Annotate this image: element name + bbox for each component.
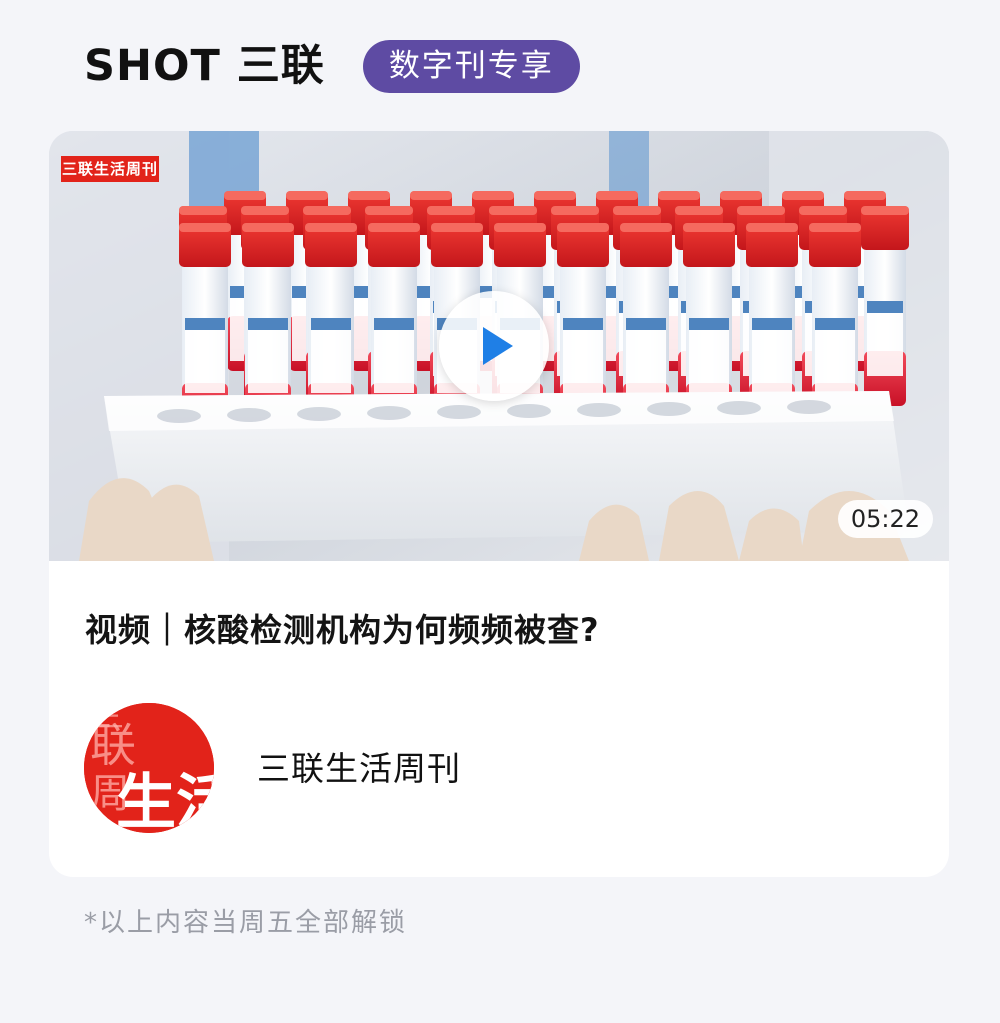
- video-card[interactable]: 三联生活周刊 05:22 视频｜核酸检测机构为何频频被查? 联 周 生 活 三 …: [49, 131, 949, 877]
- play-button[interactable]: [439, 291, 549, 401]
- svg-text:三: 三: [94, 703, 124, 735]
- video-thumbnail[interactable]: 三联生活周刊 05:22: [49, 131, 949, 561]
- unlock-footnote: *以上内容当周五全部解锁: [84, 908, 408, 938]
- page-title: SHOT 三联: [84, 41, 325, 91]
- svg-text:活: 活: [176, 768, 214, 833]
- video-duration: 05:22: [837, 500, 933, 538]
- author-avatar[interactable]: 联 周 生 活 三: [84, 703, 214, 833]
- thumbnail-brand-logo: 三联生活周刊: [61, 156, 159, 182]
- exclusive-badge: 数字刊专享: [362, 39, 580, 93]
- author-name[interactable]: 三联生活周刊: [257, 748, 461, 790]
- svg-text:生: 生: [116, 768, 176, 833]
- play-icon: [483, 327, 513, 365]
- video-title[interactable]: 视频｜核酸检测机构为何频频被查?: [85, 605, 600, 651]
- page-header: SHOT 三联 数字刊专享: [84, 38, 580, 94]
- sanlian-logo-icon: 联 周 生 活 三: [84, 703, 214, 833]
